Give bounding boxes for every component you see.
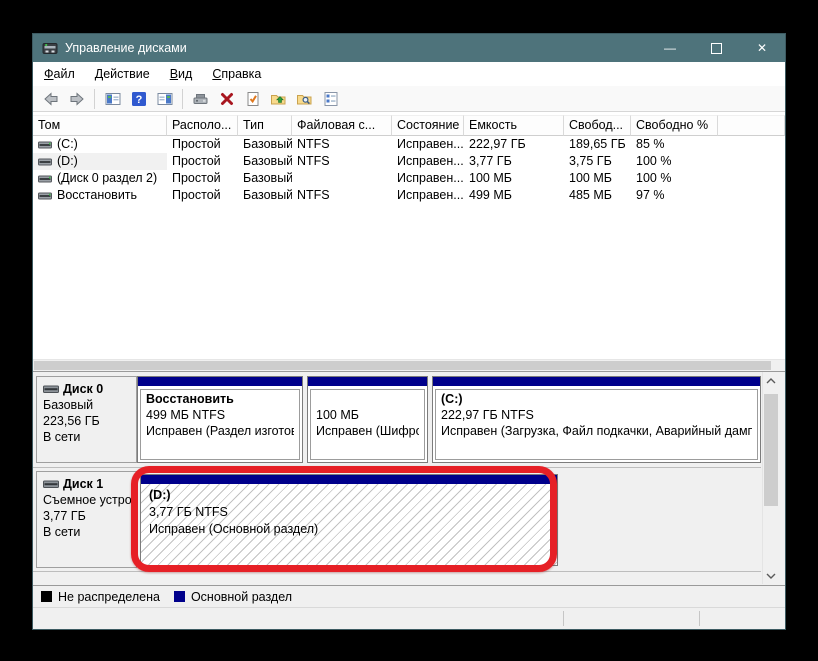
- disk1-status: В сети: [43, 525, 81, 539]
- partition-c[interactable]: (C:) 222,97 ГБ NTFS Исправен (Загрузка, …: [432, 376, 761, 463]
- column-header-capacity[interactable]: Емкость: [464, 115, 564, 136]
- unallocated-swatch: [41, 591, 52, 602]
- minimize-button[interactable]: —: [647, 34, 693, 62]
- scroll-up-button[interactable]: [763, 372, 779, 389]
- svg-text:?: ?: [135, 94, 142, 106]
- maximize-icon: [710, 42, 722, 54]
- chevron-down-icon: [766, 573, 776, 579]
- partition-recovery[interactable]: Восстановить 499 МБ NTFS Исправен (Разде…: [137, 376, 303, 463]
- volume-row-d[interactable]: (D:) Простой Базовый NTFS Исправен... 3,…: [33, 153, 785, 170]
- device-icon: [193, 93, 207, 104]
- toolbar-separator: [182, 88, 183, 109]
- legend: Не распределена Основной раздел: [33, 585, 785, 607]
- disk1-info[interactable]: Диск 1 Съемное устройство 3,77 ГБ В сети: [36, 471, 137, 568]
- menu-file[interactable]: Файл: [34, 62, 85, 86]
- disk-icon: [43, 385, 59, 393]
- column-header-empty[interactable]: [718, 115, 785, 136]
- disk-drive-icon: [42, 40, 58, 56]
- back-icon: [43, 91, 57, 106]
- show-console-tree-icon: [105, 92, 120, 105]
- open-button[interactable]: [266, 88, 291, 110]
- menu-action[interactable]: Действие: [85, 62, 160, 86]
- partition-color-bar: [141, 475, 557, 484]
- window-title: Управление дисками: [65, 41, 187, 55]
- forward-button[interactable]: [64, 88, 89, 110]
- help-icon: ?: [131, 91, 146, 106]
- partition-color-bar: [433, 377, 760, 386]
- volume-icon: [38, 158, 52, 165]
- column-header-type[interactable]: Тип: [238, 115, 292, 136]
- forward-icon: [70, 91, 84, 106]
- menu-help[interactable]: Справка: [202, 62, 271, 86]
- delete-button[interactable]: [214, 88, 239, 110]
- folder-up-icon: [271, 94, 286, 104]
- disk-graph-panel: Диск 0 Базовый 223,56 ГБ В сети Восстано…: [33, 371, 785, 585]
- delete-icon: [220, 92, 233, 105]
- column-header-free-pct[interactable]: Свободно %: [631, 115, 718, 136]
- status-bar-divider: [563, 611, 564, 626]
- disk1-size: 3,77 ГБ: [43, 509, 86, 523]
- column-header-filesystem[interactable]: Файловая с...: [292, 115, 392, 136]
- explore-button[interactable]: [292, 88, 317, 110]
- show-action-pane-button[interactable]: [152, 88, 177, 110]
- folder-explore-icon: [297, 94, 312, 104]
- column-header-volume[interactable]: Том: [33, 115, 167, 136]
- volume-row-disk0-part2[interactable]: (Диск 0 раздел 2) Простой Базовый Исправ…: [33, 170, 785, 187]
- column-header-layout[interactable]: Располо...: [167, 115, 238, 136]
- task-list-icon: [324, 91, 337, 106]
- disk-management-window: Управление дисками — ✕ Файл Действие Вид…: [32, 33, 786, 630]
- show-console-tree-button[interactable]: [100, 88, 125, 110]
- volume-list: Том Располо... Тип Файловая с... Состоян…: [33, 112, 785, 359]
- tasks-button[interactable]: [318, 88, 343, 110]
- title-bar: Управление дисками — ✕: [33, 34, 785, 62]
- menu-view[interactable]: Вид: [160, 62, 203, 86]
- partition-d[interactable]: (D:) 3,77 ГБ NTFS Исправен (Основной раз…: [140, 474, 558, 566]
- chevron-up-icon: [766, 377, 776, 383]
- column-header-free[interactable]: Свобод...: [564, 115, 631, 136]
- volume-list-header: Том Располо... Тип Файловая с... Состоян…: [33, 115, 785, 136]
- close-button[interactable]: ✕: [739, 34, 785, 62]
- partition-d-hatched-body: (D:) 3,77 ГБ NTFS Исправен (Основной раз…: [141, 484, 557, 565]
- toolbar-separator: [94, 88, 95, 109]
- volume-row-c[interactable]: (C:) Простой Базовый NTFS Исправен... 22…: [33, 136, 785, 153]
- back-button[interactable]: [38, 88, 63, 110]
- legend-unallocated: Не распределена: [41, 590, 160, 604]
- maximize-button[interactable]: [693, 34, 739, 62]
- properties-check-icon: [247, 91, 258, 106]
- volume-icon: [38, 192, 52, 199]
- vertical-scrollbar-thumb[interactable]: [764, 394, 778, 506]
- properties-button[interactable]: [240, 88, 265, 110]
- status-bar: [33, 607, 785, 629]
- disk-icon: [43, 480, 59, 488]
- disk-row-separator: [33, 571, 761, 572]
- disk0-status: В сети: [43, 430, 81, 444]
- disk0-info[interactable]: Диск 0 Базовый 223,56 ГБ В сети: [36, 376, 137, 463]
- partition-color-bar: [138, 377, 302, 386]
- partition-color-bar: [308, 377, 427, 386]
- scroll-down-button[interactable]: [763, 567, 779, 584]
- toolbar: ?: [33, 86, 785, 112]
- device-button[interactable]: [188, 88, 213, 110]
- menu-bar: Файл Действие Вид Справка: [33, 62, 785, 87]
- disk0-size: 223,56 ГБ: [43, 414, 100, 428]
- disk-row-separator: [33, 467, 761, 468]
- volume-icon: [38, 175, 52, 182]
- volume-icon: [38, 141, 52, 148]
- disk0-type: Базовый: [43, 398, 94, 412]
- vertical-scrollbar[interactable]: [762, 372, 779, 584]
- help-button[interactable]: ?: [126, 88, 151, 110]
- legend-primary-partition: Основной раздел: [173, 590, 292, 604]
- partition-efi[interactable]: 100 МБ Исправен (Шифрованный (EFI) систе…: [307, 376, 428, 463]
- horizontal-scrollbar[interactable]: [33, 359, 785, 371]
- disk1-type: Съемное устройство: [43, 493, 136, 507]
- status-bar-divider: [699, 611, 700, 626]
- show-action-pane-icon: [157, 92, 172, 105]
- primary-partition-swatch: [173, 591, 185, 602]
- horizontal-scrollbar-thumb[interactable]: [34, 361, 771, 370]
- volume-row-recovery[interactable]: Восстановить Простой Базовый NTFS Исправ…: [33, 187, 785, 204]
- column-header-status[interactable]: Состояние: [392, 115, 464, 136]
